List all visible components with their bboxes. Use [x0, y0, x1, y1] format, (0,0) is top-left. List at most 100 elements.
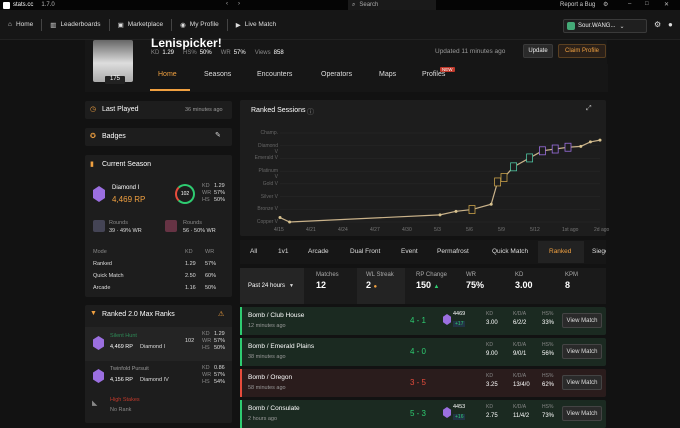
streak-label: WL Streak — [366, 272, 394, 278]
hs-label: HS% — [542, 342, 554, 348]
data-point[interactable] — [588, 140, 592, 144]
match-kda: 6/2/2 — [513, 320, 527, 326]
kd-label: KD — [486, 342, 493, 348]
view-match-button[interactable]: View Match — [562, 406, 602, 421]
stat-matches: Matches 12 — [316, 272, 339, 302]
match-kd: 2.75 — [486, 413, 498, 419]
data-point[interactable] — [278, 216, 282, 220]
match-rp-delta: +16 — [453, 414, 466, 420]
kpm-value: 8 — [565, 280, 571, 290]
rp-label: RP Change — [416, 272, 447, 278]
view-match-button[interactable]: View Match — [562, 344, 602, 359]
filter-event[interactable]: Event — [401, 248, 418, 255]
match-score: 5 - 3 — [410, 409, 427, 418]
match-score: 3 - 5 — [410, 378, 427, 387]
kd-label: KD — [486, 311, 493, 317]
matches-value: 12 — [316, 280, 327, 290]
period-dropdown[interactable]: Past 24 hours ▼ — [240, 268, 304, 304]
match-kd: 3.00 — [486, 320, 498, 326]
match-time: 12 minutes ago — [248, 323, 286, 329]
streak-value: 2 — [366, 280, 372, 290]
match-hs: 56% — [542, 351, 555, 357]
kda-label: K/D/A — [513, 404, 527, 410]
rank-up-marker[interactable] — [510, 162, 518, 172]
view-match-button[interactable]: View Match — [562, 313, 602, 328]
streak-dot-icon: ● — [373, 284, 378, 290]
match-score: 4 - 1 — [410, 316, 427, 325]
filter-arcade[interactable]: Arcade — [308, 248, 329, 255]
match-kda: 13/4/0 — [513, 382, 530, 388]
stat-wr: WR 75% — [466, 272, 484, 302]
stat-rp-change: RP Change 150 ▲ — [416, 272, 447, 302]
match-hs: 62% — [542, 382, 555, 388]
match-title: Bomb / Consulate — [248, 405, 300, 412]
filter-ranked[interactable]: Ranked — [549, 248, 571, 255]
rank-up-marker[interactable] — [468, 205, 476, 214]
data-point[interactable] — [454, 209, 458, 213]
filter-permafrost[interactable]: Permafrost — [437, 248, 469, 255]
kpm-label: KPM — [565, 272, 579, 278]
rank-up-marker[interactable] — [500, 173, 508, 182]
match-title: Bomb / Oregon — [248, 374, 293, 381]
filter-dual-front[interactable]: Dual Front — [350, 248, 380, 255]
rp-value: 150 — [416, 280, 432, 290]
match-time: 2 hours ago — [248, 416, 278, 422]
kda-label: K/D/A — [513, 311, 527, 317]
hs-label: HS% — [542, 373, 554, 379]
kd-stat-value: 3.00 — [515, 280, 533, 290]
hs-label: HS% — [542, 311, 554, 317]
kda-label: K/D/A — [513, 342, 527, 348]
match-row[interactable]: Bomb / Club House 12 minutes ago 4 - 1 4… — [240, 307, 606, 335]
data-point[interactable] — [288, 220, 292, 224]
data-point[interactable] — [438, 213, 442, 217]
filter-all[interactable]: All — [250, 248, 257, 255]
filter-siege[interactable]: Siege — [592, 248, 606, 255]
hs-label: HS% — [542, 404, 554, 410]
match-rp-delta: +17 — [453, 321, 466, 327]
match-time: 58 minutes ago — [248, 385, 286, 391]
wr-stat-label: WR — [466, 272, 476, 278]
period-label: Past 24 hours — [248, 283, 286, 289]
match-rank-icon — [443, 376, 451, 387]
match-row[interactable]: Bomb / Oregon 58 minutes ago 3 - 5 KD 3.… — [240, 369, 606, 397]
stat-kd: KD 3.00 — [515, 272, 533, 302]
up-arrow-icon: ▲ — [433, 284, 440, 290]
match-rank-icon — [443, 314, 451, 325]
stat-kpm: KPM 8 — [565, 272, 578, 302]
match-row[interactable]: Bomb / Consulate 2 hours ago 5 - 3 4453 … — [240, 400, 606, 428]
kda-label: K/D/A — [513, 373, 527, 379]
kd-label: KD — [486, 404, 493, 410]
matches-label: Matches — [316, 272, 339, 278]
match-kd: 3.25 — [486, 382, 498, 388]
filter-1v1[interactable]: 1v1 — [278, 248, 288, 255]
wr-stat-value: 75% — [466, 280, 485, 290]
match-kda: 9/0/1 — [513, 351, 527, 357]
match-title: Bomb / Club House — [248, 312, 305, 319]
match-kda: 11/4/2 — [513, 413, 530, 419]
match-row[interactable]: Bomb / Emerald Plains 38 minutes ago 4 -… — [240, 338, 606, 366]
match-time: 38 minutes ago — [248, 354, 286, 360]
kd-label: KD — [486, 373, 493, 379]
rank-up-marker[interactable] — [494, 177, 502, 187]
match-rank-icon — [443, 407, 451, 418]
filter-quick-match[interactable]: Quick Match — [492, 248, 528, 255]
rank-up-marker[interactable] — [564, 142, 572, 152]
match-rank-icon — [443, 345, 451, 356]
match-hs: 73% — [542, 413, 555, 419]
rank-up-marker[interactable] — [526, 153, 533, 163]
kd-stat-label: KD — [515, 272, 524, 278]
data-point[interactable] — [598, 138, 602, 142]
match-rp: 4453 — [453, 404, 466, 410]
data-point[interactable] — [579, 144, 583, 148]
data-point[interactable] — [489, 202, 493, 206]
rank-up-marker[interactable] — [539, 146, 546, 156]
match-title: Bomb / Emerald Plains — [248, 343, 315, 350]
caret-down-icon: ▼ — [289, 283, 294, 289]
match-hs: 33% — [542, 320, 555, 326]
match-kd: 9.00 — [486, 351, 498, 357]
view-match-button[interactable]: View Match — [562, 375, 602, 390]
match-rp: 4469 — [453, 311, 466, 317]
rank-up-marker[interactable] — [551, 144, 559, 154]
stat-streak: WL Streak 2 ● — [366, 272, 394, 302]
match-score: 4 - 0 — [410, 347, 427, 356]
